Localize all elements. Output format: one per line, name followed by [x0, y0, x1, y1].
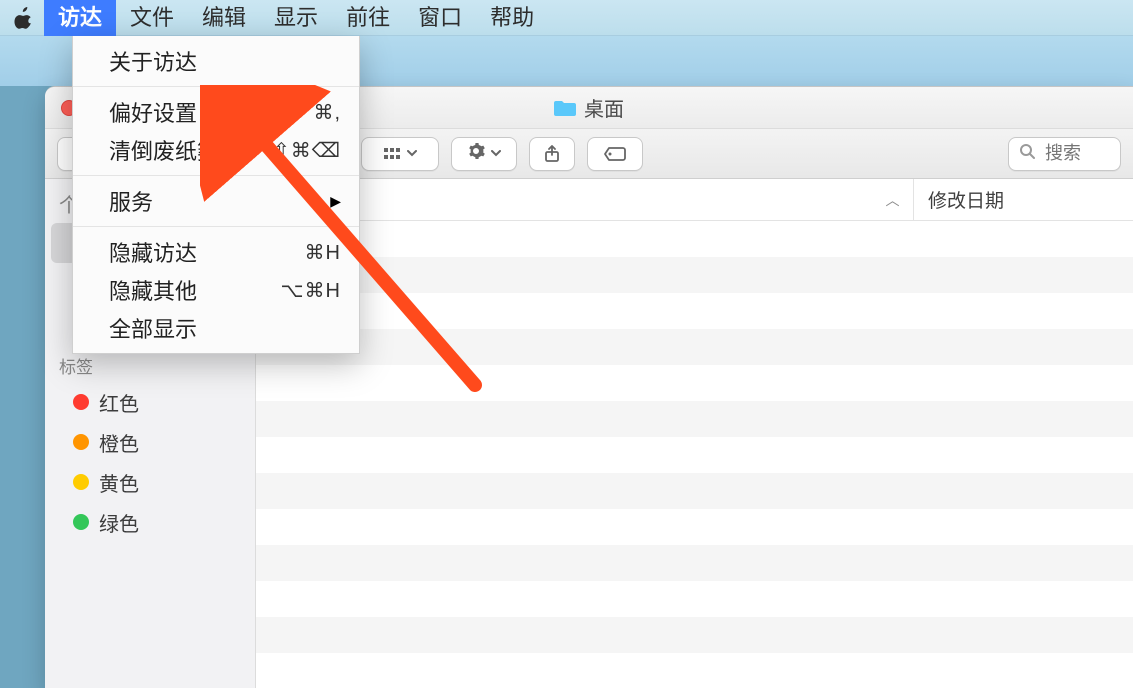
- folder-icon: [554, 99, 576, 117]
- menu-about-finder[interactable]: 关于访达: [73, 42, 359, 80]
- arrange-button[interactable]: [361, 137, 439, 171]
- sidebar-tag-orange[interactable]: 橙色: [45, 422, 255, 462]
- chevron-down-icon: [491, 150, 501, 158]
- window-title-text: 桌面: [584, 93, 624, 122]
- column-headers: 名称 〈 修改日期: [256, 179, 1133, 221]
- sidebar-item-label: 红色: [99, 388, 139, 417]
- menu-hide-others[interactable]: 隐藏其他 ⌥⌘H: [73, 271, 359, 309]
- tag-dot-icon: [73, 394, 89, 410]
- menu-item-view[interactable]: 显示: [260, 0, 332, 36]
- sidebar-tag-red[interactable]: 红色: [45, 382, 255, 422]
- tag-dot-icon: [73, 514, 89, 530]
- action-button[interactable]: [451, 137, 517, 171]
- sidebar-item-label: 黄色: [99, 468, 139, 497]
- menu-item-help[interactable]: 帮助: [476, 0, 548, 36]
- menu-empty-trash-label: 清倒废纸篓…: [109, 134, 273, 166]
- menu-preferences-shortcut: ⌘,: [313, 100, 341, 125]
- menu-separator: [73, 175, 359, 176]
- search-icon: [1019, 142, 1035, 165]
- menu-hide-finder[interactable]: 隐藏访达 ⌘H: [73, 233, 359, 271]
- menu-hide-finder-label: 隐藏访达: [109, 236, 305, 268]
- sidebar-tag-green[interactable]: 绿色: [45, 502, 255, 542]
- menu-services-label: 服务: [109, 185, 330, 217]
- menu-empty-trash[interactable]: 清倒废纸篓… ⇧⌘⌫: [73, 131, 359, 169]
- file-rows[interactable]: [256, 221, 1133, 688]
- sidebar-tag-yellow[interactable]: 黄色: [45, 462, 255, 502]
- menu-item-edit[interactable]: 编辑: [188, 0, 260, 36]
- menu-preferences[interactable]: 偏好设置… ⌘,: [73, 93, 359, 131]
- menu-bar: 访达 文件 编辑 显示 前往 窗口 帮助: [0, 0, 1133, 36]
- sidebar-item-label: 绿色: [99, 508, 139, 537]
- menu-show-all-label: 全部显示: [109, 312, 341, 344]
- menu-item-go[interactable]: 前往: [332, 0, 404, 36]
- sidebar-item-label: 橙色: [99, 428, 139, 457]
- chevron-down-icon: [407, 150, 417, 158]
- sort-ascending-icon: 〈: [882, 193, 902, 207]
- menu-services[interactable]: 服务 ▶: [73, 182, 359, 220]
- column-header-date-label: 修改日期: [928, 186, 1004, 213]
- file-list-area: 名称 〈 修改日期: [256, 179, 1133, 688]
- menu-empty-trash-shortcut: ⇧⌘⌫: [273, 138, 341, 163]
- menu-separator: [73, 86, 359, 87]
- finder-app-menu-dropdown: 关于访达 偏好设置… ⌘, 清倒废纸篓… ⇧⌘⌫ 服务 ▶ 隐藏访达 ⌘H 隐藏…: [72, 36, 360, 354]
- menu-hide-others-shortcut: ⌥⌘H: [281, 278, 342, 303]
- gear-icon: [467, 142, 485, 165]
- menu-separator: [73, 226, 359, 227]
- tag-dot-icon: [73, 474, 89, 490]
- search-input[interactable]: [1043, 142, 1110, 165]
- menu-about-finder-label: 关于访达: [109, 45, 341, 77]
- menu-item-finder[interactable]: 访达: [44, 0, 116, 36]
- share-button[interactable]: [529, 137, 575, 171]
- menu-show-all[interactable]: 全部显示: [73, 309, 359, 347]
- search-field[interactable]: [1008, 137, 1121, 171]
- menu-hide-finder-shortcut: ⌘H: [305, 240, 341, 265]
- column-header-date-modified[interactable]: 修改日期: [913, 179, 1133, 220]
- menu-hide-others-label: 隐藏其他: [109, 274, 281, 306]
- tag-dot-icon: [73, 434, 89, 450]
- edit-tags-button[interactable]: [587, 137, 643, 171]
- apple-menu-icon[interactable]: [10, 4, 38, 32]
- menu-item-file[interactable]: 文件: [116, 0, 188, 36]
- menu-item-window[interactable]: 窗口: [404, 0, 476, 36]
- submenu-arrow-icon: ▶: [330, 193, 341, 210]
- menu-preferences-label: 偏好设置…: [109, 96, 313, 128]
